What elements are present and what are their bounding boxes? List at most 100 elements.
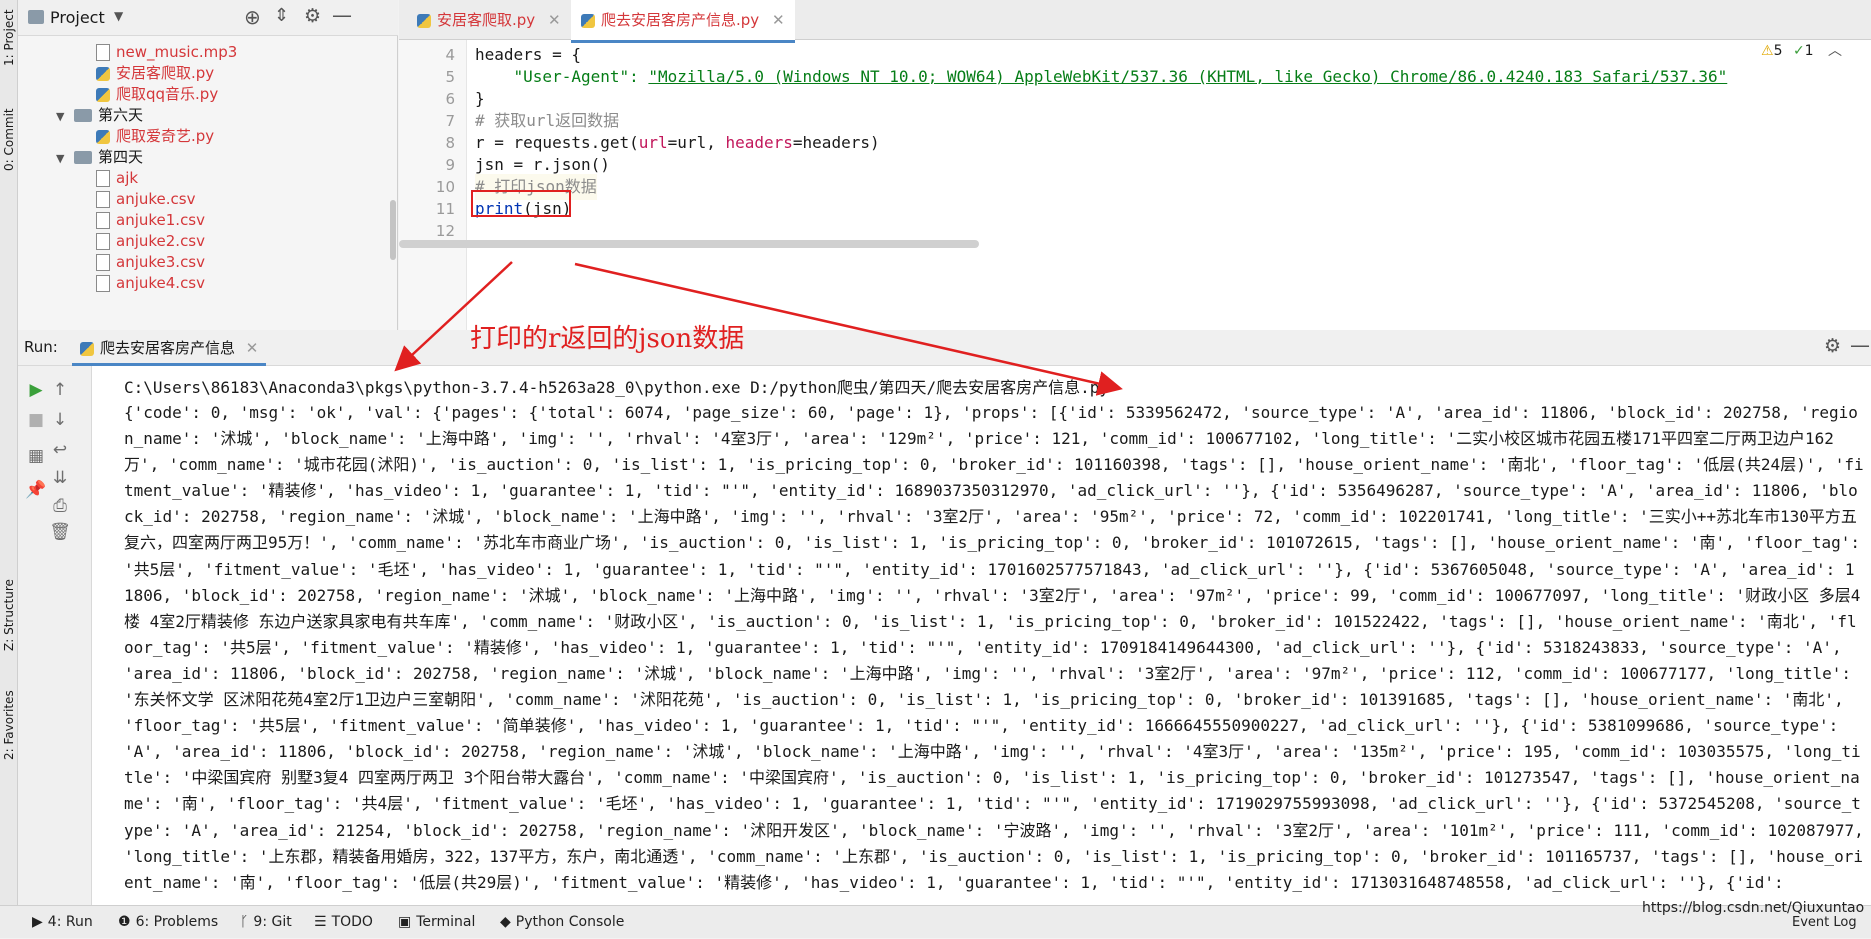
- favorites-tool-tab-label: 2: Favorites: [2, 690, 16, 760]
- code-token: "Mozilla/5.0 (Windows NT 10.0; WOW64) Ap…: [648, 67, 1728, 86]
- file-icon: [96, 275, 110, 292]
- code-token: headers = {: [475, 45, 581, 64]
- minimize-icon[interactable]: —: [332, 3, 352, 27]
- event-log-label: Event Log: [1792, 915, 1857, 930]
- code-token: headers: [725, 133, 793, 152]
- file-icon: [96, 170, 110, 187]
- gear-icon[interactable]: ⚙: [1824, 335, 1841, 357]
- code-token: url: [638, 133, 668, 152]
- tree-item-label: 安居客爬取.py: [116, 64, 215, 82]
- code-area[interactable]: headers = { "User-Agent": "Mozilla/5.0 (…: [399, 40, 1839, 300]
- tree-item-label: ajk: [116, 169, 139, 187]
- run-panel-label: Run:: [24, 338, 58, 356]
- terminal-icon: ▣: [398, 914, 412, 930]
- collapse-all-icon[interactable]: ⇕: [274, 5, 289, 26]
- play-icon: ▶: [32, 914, 43, 930]
- crosshair-icon[interactable]: ⊕: [244, 5, 261, 29]
- bottom-tab-python-console[interactable]: ◆ Python Console: [500, 906, 624, 939]
- python-file-icon: [417, 13, 431, 28]
- commit-tool-tab[interactable]: 0: Commit: [0, 100, 18, 180]
- minimize-icon[interactable]: —: [1850, 333, 1870, 357]
- structure-tool-tab[interactable]: Z: Structure: [0, 570, 18, 660]
- run-config-tab[interactable]: 爬去安居客房产信息 ✕: [72, 330, 267, 366]
- annotation-caption: 打印的r返回的json数据: [470, 324, 745, 354]
- console-json-output: {'code': 0, 'msg': 'ok', 'val': {'pages'…: [124, 403, 1864, 892]
- close-icon[interactable]: ✕: [548, 11, 561, 29]
- tree-item-label: 第六天: [98, 106, 144, 124]
- file-icon: [96, 233, 110, 250]
- code-token: r = requests.get(: [475, 133, 639, 152]
- project-tool-tab[interactable]: 1: Project: [0, 8, 18, 68]
- editor-tab-anjuke-info[interactable]: 爬去安居客房产信息.py ✕: [571, 0, 795, 43]
- bottom-tab-git[interactable]: ᚴ 9: Git: [240, 906, 292, 939]
- tree-scrollbar[interactable]: [390, 200, 396, 260]
- editor-tab-anjuke-crawl[interactable]: 安居客爬取.py ✕: [407, 0, 571, 40]
- editor-area: 安居客爬取.py ✕ 爬去安居客房产信息.py ✕ 4 5 6 7 8 9 10 11 12 h…: [399, 0, 1871, 330]
- chevron-down-icon[interactable]: ▼: [56, 146, 74, 171]
- code-token: jsn = r.json(): [475, 155, 610, 174]
- soft-wrap-icon[interactable]: ↩: [48, 438, 72, 462]
- event-log[interactable]: Event Log: [1792, 906, 1857, 939]
- tree-item-label: new_music.mp3: [116, 43, 238, 61]
- inspection-widget[interactable]: ⚠5 ✓1 ︿: [1761, 40, 1851, 64]
- editor-tab-label: 安居客爬取.py: [437, 11, 536, 29]
- python-file-icon: [80, 341, 94, 356]
- layout-icon[interactable]: ▦: [24, 444, 48, 468]
- tree-item-label: anjuke2.csv: [116, 232, 206, 250]
- scroll-to-end-icon[interactable]: ⇊: [48, 466, 72, 490]
- chevron-up-icon[interactable]: ︿: [1828, 43, 1842, 59]
- console-command-line: C:\Users\86183\Anaconda3\pkgs\python-3.7…: [124, 378, 1109, 397]
- gear-icon[interactable]: ⚙: [304, 5, 321, 27]
- code-token: }: [475, 89, 485, 108]
- bottom-tool-bar: ▶ 4: Run ❶ 6: Problems ᚴ 9: Git ☰ TODO ▣ Term…: [0, 900, 1871, 939]
- chevron-down-icon[interactable]: ▼: [56, 104, 74, 129]
- console-output[interactable]: C:\Users\86183\Anaconda3\pkgs\python-3.7…: [106, 368, 1866, 903]
- run-toolbar: ▶ ↑ ■ ↓ ↩ ▦ ⇊ 📌 ⎙ 🗑: [18, 366, 92, 905]
- code-token: =url,: [667, 133, 726, 152]
- tree-file[interactable]: anjuke4.csv: [96, 271, 205, 296]
- tree-item-label: 爬取爱奇艺.py: [116, 127, 215, 145]
- editor-horizontal-scrollbar[interactable]: [399, 240, 979, 248]
- project-view-title[interactable]: Project: [50, 8, 105, 27]
- problems-icon: ❶: [118, 914, 131, 930]
- bottom-tab-label: Terminal: [416, 914, 476, 930]
- code-token: # 获取url返回数据: [475, 111, 620, 130]
- file-icon: [96, 212, 110, 229]
- print-highlight-box: [471, 190, 571, 217]
- tree-item-label: anjuke3.csv: [116, 253, 206, 271]
- stop-icon[interactable]: ■: [24, 408, 48, 432]
- tree-item-label: anjuke4.csv: [116, 274, 206, 292]
- bottom-tab-label: 6: Problems: [135, 914, 219, 930]
- code-line: "User-Agent": "Mozilla/5.0 (Windows NT 1…: [475, 64, 1728, 90]
- bottom-tab-problems[interactable]: ❶ 6: Problems: [118, 906, 218, 939]
- close-icon[interactable]: ✕: [246, 339, 259, 357]
- run-config-tab-label: 爬去安居客房产信息: [100, 339, 236, 357]
- structure-tool-tab-label: Z: Structure: [2, 579, 16, 651]
- python-icon: ◆: [500, 914, 511, 930]
- trash-icon[interactable]: 🗑: [48, 520, 72, 544]
- project-tree: new_music.mp3 安居客爬取.py 爬取qq音乐.py ▼ 第六天爬取爱奇艺.…: [18, 40, 388, 330]
- bottom-tab-terminal[interactable]: ▣ Terminal: [398, 906, 475, 939]
- rerun-icon[interactable]: ▶: [24, 378, 48, 402]
- tree-item-label: anjuke1.csv: [116, 211, 206, 229]
- file-icon: [96, 254, 110, 271]
- python-file-icon: [581, 13, 595, 28]
- python-file-icon: [96, 66, 110, 81]
- pin-icon[interactable]: 📌: [24, 478, 48, 502]
- print-icon[interactable]: ⎙: [48, 494, 72, 518]
- run-panel: Run: 爬去安居客房产信息 ✕ ⚙ — ▶ ↑ ■ ↓ ↩ ▦ ⇊ 📌 ⎙ 🗑…: [18, 330, 1871, 905]
- favorites-tool-tab[interactable]: 2: Favorites: [0, 680, 18, 770]
- bottom-tab-todo[interactable]: ☰ TODO: [314, 906, 373, 939]
- up-arrow-icon[interactable]: ↑: [48, 378, 72, 402]
- python-file-icon: [96, 87, 110, 102]
- down-arrow-icon[interactable]: ↓: [48, 408, 72, 432]
- close-icon[interactable]: ✕: [772, 11, 785, 29]
- editor-tab-bar: 安居客爬取.py ✕ 爬去安居客房产信息.py ✕: [399, 0, 1871, 43]
- python-file-icon: [96, 129, 110, 144]
- chevron-down-icon[interactable]: ▼: [114, 9, 123, 23]
- tree-item-label: 爬取qq音乐.py: [116, 85, 219, 103]
- folder-icon: [74, 109, 92, 122]
- bottom-tab-label: Python Console: [515, 914, 625, 930]
- bottom-tab-run[interactable]: ▶ 4: Run: [32, 906, 93, 939]
- warning-icon: ⚠: [1761, 43, 1774, 59]
